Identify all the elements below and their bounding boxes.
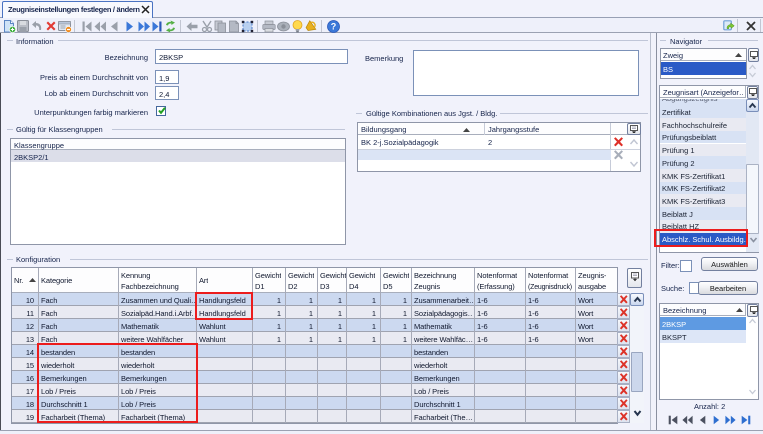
svg-text:?: ? — [331, 22, 337, 32]
